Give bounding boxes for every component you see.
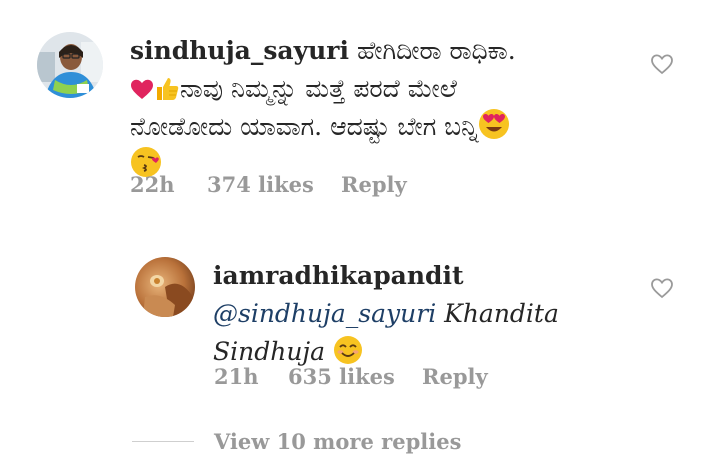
thumbs-up-icon — [157, 78, 179, 100]
reply-line-2: @sindhuja_sayuri Khandita — [213, 295, 633, 333]
red-heart-icon — [131, 79, 153, 99]
reply-text-part-2: Sindhuja — [213, 337, 326, 366]
reply-reply-button[interactable]: Reply — [422, 364, 488, 389]
comment-likes-count[interactable]: 374 likes — [207, 172, 314, 197]
comment-line-1: sindhuja_sayuri ಹೇಗಿದೀರಾ ರಾಧಿಕಾ. — [130, 32, 640, 70]
reply-mention-link[interactable]: @sindhuja_sayuri — [213, 299, 436, 328]
reply-avatar[interactable] — [135, 257, 195, 317]
reply-line-1: iamradhikapandit — [213, 257, 633, 295]
comment-reply-button[interactable]: Reply — [341, 172, 407, 197]
comment-text-line-1: ಹೇಗಿದೀರಾ ರಾಧಿಕಾ. — [356, 36, 516, 65]
view-more-replies-link[interactable]: View 10 more replies — [214, 429, 461, 454]
avatar[interactable] — [37, 32, 103, 98]
comment-username[interactable]: sindhuja_sayuri — [130, 36, 349, 65]
heart-eyes-emoji-icon — [479, 109, 510, 139]
like-heart-icon[interactable] — [650, 53, 674, 75]
comment-body: sindhuja_sayuri ಹೇಗಿದೀರಾ ರಾಧಿಕಾ. ನಾವು ನಿ… — [130, 32, 640, 184]
comment-text-line-3: ನೋಡೋದು ಯಾವಾಗ. ಆದಷ್ಟು ಬೇಗ ಬನ್ನಿ — [130, 112, 479, 141]
reply-meta: 21h 635 likes Reply — [214, 364, 514, 392]
reply-like-heart-icon[interactable] — [650, 277, 674, 299]
reply-text-part-1: Khandita — [436, 299, 559, 328]
profile-photo — [135, 257, 195, 317]
comment-text-line-2: ನಾವು ನಿಮ್ಮನ್ನು ಮತ್ತೆ ಪರದೆ ಮೇಲೆ — [180, 74, 457, 103]
reply-likes-count[interactable]: 635 likes — [288, 364, 395, 389]
reply-username[interactable]: iamradhikapandit — [213, 261, 464, 290]
reply-body: iamradhikapandit @sindhuja_sayuri Khandi… — [213, 257, 633, 371]
comment-line-2: ನಾವು ನಿಮ್ಮನ್ನು ಮತ್ತೆ ಪರದೆ ಮೇಲೆ — [130, 70, 640, 108]
comment-line-3: ನೋಡೋದು ಯಾವಾಗ. ಆದಷ್ಟು ಬೇಗ ಬನ್ನಿ — [130, 108, 640, 146]
comment-meta: 22h 374 likes Reply — [130, 172, 430, 200]
smiling-eyes-emoji-icon — [334, 336, 363, 364]
view-more-divider — [132, 441, 194, 442]
profile-photo — [37, 32, 103, 98]
reply-timestamp[interactable]: 21h — [214, 364, 259, 389]
comment-timestamp[interactable]: 22h — [130, 172, 175, 197]
